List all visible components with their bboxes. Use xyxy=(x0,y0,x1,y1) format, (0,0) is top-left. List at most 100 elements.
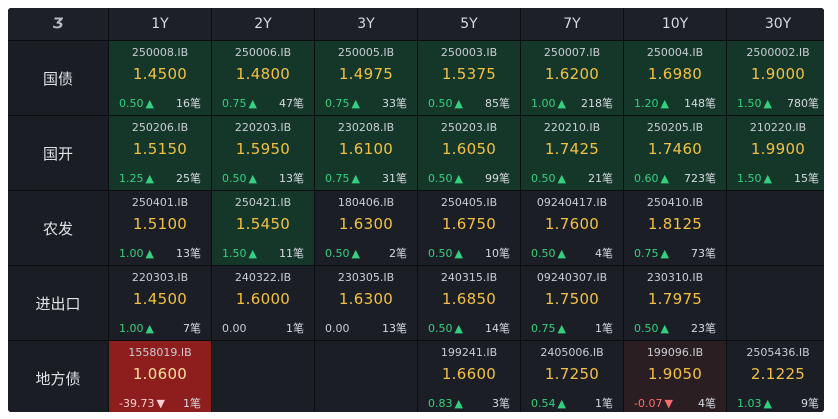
arrow-up-icon: ▲ xyxy=(660,171,669,185)
arrow-up-icon: ▲ xyxy=(763,96,772,110)
yield-price: 1.6000 xyxy=(235,290,291,308)
bond-code: 250401.IB xyxy=(131,196,189,209)
tenor-header-1y[interactable]: 1Y xyxy=(109,8,211,40)
quote-cell[interactable]: 250004.IB 1.6980 1.20 ▲ 148笔 xyxy=(624,41,726,115)
quote-footer: 0.50 ▲ 4笔 xyxy=(531,246,613,261)
quote-cell[interactable]: 250005.IB 1.4975 0.75 ▲ 33笔 xyxy=(315,41,417,115)
arrow-up-icon: ▲ xyxy=(145,246,154,260)
change-value: 1.50 ▲ xyxy=(222,247,257,260)
row-label-exim: 进出口 xyxy=(8,266,108,340)
quote-footer: 0.50 ▲ 85笔 xyxy=(428,96,510,111)
trade-count: 10笔 xyxy=(485,247,510,260)
change-value: 0.50 ▲ xyxy=(325,247,360,260)
change-value: 0.50 ▲ xyxy=(634,322,669,335)
quote-cell[interactable]: 2405006.IB 1.7250 0.54 ▲ 1笔 xyxy=(521,341,623,412)
quote-cell[interactable]: 250006.IB 1.4800 0.75 ▲ 47笔 xyxy=(212,41,314,115)
quote-footer: 0.50 ▲ 13笔 xyxy=(222,171,304,186)
bond-code: 250007.IB xyxy=(543,46,601,59)
quote-footer: 0.75 ▲ 1笔 xyxy=(531,321,613,336)
trade-count: 33笔 xyxy=(382,97,407,110)
quote-cell[interactable]: 250007.IB 1.6200 1.00 ▲ 218笔 xyxy=(521,41,623,115)
tenor-header-7y[interactable]: 7Y xyxy=(521,8,623,40)
tenor-header-10y[interactable]: 10Y xyxy=(624,8,726,40)
quote-cell[interactable]: 230310.IB 1.7975 0.50 ▲ 23笔 xyxy=(624,266,726,340)
change-amount: 0.50 xyxy=(428,96,453,110)
change-value: 0.75 ▲ xyxy=(325,172,360,185)
quote-cell[interactable]: 199241.IB 1.6600 0.83 ▲ 3笔 xyxy=(418,341,520,412)
quote-cell[interactable]: 2500002.IB 1.9000 1.50 ▲ 780笔 xyxy=(727,41,824,115)
yield-price: 1.9050 xyxy=(647,365,703,383)
quote-cell[interactable]: 220303.IB 1.4500 1.00 ▲ 7笔 xyxy=(109,266,211,340)
empty-cell xyxy=(315,341,417,412)
quote-cell[interactable]: 250205.IB 1.7460 0.60 ▲ 723笔 xyxy=(624,116,726,190)
tenor-header-3y[interactable]: 3Y xyxy=(315,8,417,40)
quote-cell[interactable]: 2505436.IB 2.1225 1.03 ▲ 9笔 xyxy=(727,341,824,412)
quote-cell[interactable]: 210220.IB 1.9900 1.50 ▲ 15笔 xyxy=(727,116,824,190)
change-amount: 1.20 xyxy=(634,96,659,110)
trade-count: 15笔 xyxy=(794,172,819,185)
quote-cell[interactable]: 09240307.IB 1.7500 0.75 ▲ 1笔 xyxy=(521,266,623,340)
yield-price: 1.5950 xyxy=(235,140,291,158)
quote-cell[interactable]: 180406.IB 1.6300 0.50 ▲ 2笔 xyxy=(315,191,417,265)
arrow-up-icon: ▲ xyxy=(454,396,463,410)
change-value: -0.07 ▼ xyxy=(634,397,673,410)
quote-cell[interactable]: 230208.IB 1.6100 0.75 ▲ 31笔 xyxy=(315,116,417,190)
quote-cell[interactable]: 250410.IB 1.8125 0.75 ▲ 73笔 xyxy=(624,191,726,265)
bond-code: 230305.IB xyxy=(337,271,395,284)
row-label-adbc: 农发 xyxy=(8,191,108,265)
tenor-header-5y[interactable]: 5Y xyxy=(418,8,520,40)
yield-price: 1.6600 xyxy=(441,365,497,383)
quote-cell[interactable]: 250003.IB 1.5375 0.50 ▲ 85笔 xyxy=(418,41,520,115)
bond-code: 2505436.IB xyxy=(746,346,810,359)
quote-cell[interactable]: 240315.IB 1.6850 0.50 ▲ 14笔 xyxy=(418,266,520,340)
change-amount: 1.00 xyxy=(531,96,556,110)
empty-cell xyxy=(727,266,824,340)
arrow-up-icon: ▲ xyxy=(145,321,154,335)
quote-cell[interactable]: 250405.IB 1.6750 0.50 ▲ 10笔 xyxy=(418,191,520,265)
quote-footer: 0.00 1笔 xyxy=(222,321,304,336)
quote-cell[interactable]: 250401.IB 1.5100 1.00 ▲ 13笔 xyxy=(109,191,211,265)
change-amount: 0.75 xyxy=(325,96,350,110)
quote-cell[interactable]: 250008.IB 1.4500 0.50 ▲ 16笔 xyxy=(109,41,211,115)
arrow-up-icon: ▲ xyxy=(454,246,463,260)
yield-price: 1.7250 xyxy=(544,365,600,383)
change-amount: 1.50 xyxy=(737,171,762,185)
quote-cell[interactable]: 250421.IB 1.5450 1.50 ▲ 11笔 xyxy=(212,191,314,265)
quote-cell[interactable]: 240322.IB 1.6000 0.00 1笔 xyxy=(212,266,314,340)
change-value: 0.54 ▲ xyxy=(531,397,566,410)
yield-price: 1.6750 xyxy=(441,215,497,233)
yield-price: 1.6980 xyxy=(647,65,703,83)
change-amount: 0.50 xyxy=(325,246,350,260)
quote-cell[interactable]: 220203.IB 1.5950 0.50 ▲ 13笔 xyxy=(212,116,314,190)
yield-price: 1.5100 xyxy=(132,215,188,233)
trade-count: 14笔 xyxy=(485,322,510,335)
change-amount: 1.50 xyxy=(222,246,247,260)
change-value: 0.00 xyxy=(325,322,350,335)
tenor-header-2y[interactable]: 2Y xyxy=(212,8,314,40)
trade-count: 7笔 xyxy=(183,322,201,335)
change-value: 1.50 ▲ xyxy=(737,172,772,185)
quote-footer: 0.75 ▲ 31笔 xyxy=(325,171,407,186)
bond-code: 250003.IB xyxy=(440,46,498,59)
change-value: 0.83 ▲ xyxy=(428,397,463,410)
yield-price: 1.8125 xyxy=(647,215,703,233)
change-value: 0.75 ▲ xyxy=(531,322,566,335)
quote-cell[interactable]: 09240417.IB 1.7600 0.50 ▲ 4笔 xyxy=(521,191,623,265)
change-value: 1.25 ▲ xyxy=(119,172,154,185)
change-amount: -39.73 xyxy=(119,396,155,410)
bond-code: 220203.IB xyxy=(234,121,292,134)
change-value: 0.50 ▲ xyxy=(428,247,463,260)
tenor-header-30y[interactable]: 30Y xyxy=(727,8,824,40)
quote-cell[interactable]: 250206.IB 1.5150 1.25 ▲ 25笔 xyxy=(109,116,211,190)
quote-cell[interactable]: 250203.IB 1.6050 0.50 ▲ 99笔 xyxy=(418,116,520,190)
quote-cell[interactable]: 230305.IB 1.6300 0.00 13笔 xyxy=(315,266,417,340)
trade-count: 85笔 xyxy=(485,97,510,110)
change-value: 1.00 ▲ xyxy=(119,247,154,260)
quote-cell[interactable]: 1558019.IB 1.0600 -39.73 ▼ 1笔 xyxy=(109,341,211,412)
change-amount: 0.50 xyxy=(428,246,453,260)
quote-footer: 0.50 ▲ 99笔 xyxy=(428,171,510,186)
quote-cell[interactable]: 199096.IB 1.9050 -0.07 ▼ 4笔 xyxy=(624,341,726,412)
quote-footer: 0.60 ▲ 723笔 xyxy=(634,171,716,186)
quote-cell[interactable]: 220210.IB 1.7425 0.50 ▲ 21笔 xyxy=(521,116,623,190)
quote-footer: 0.75 ▲ 73笔 xyxy=(634,246,716,261)
